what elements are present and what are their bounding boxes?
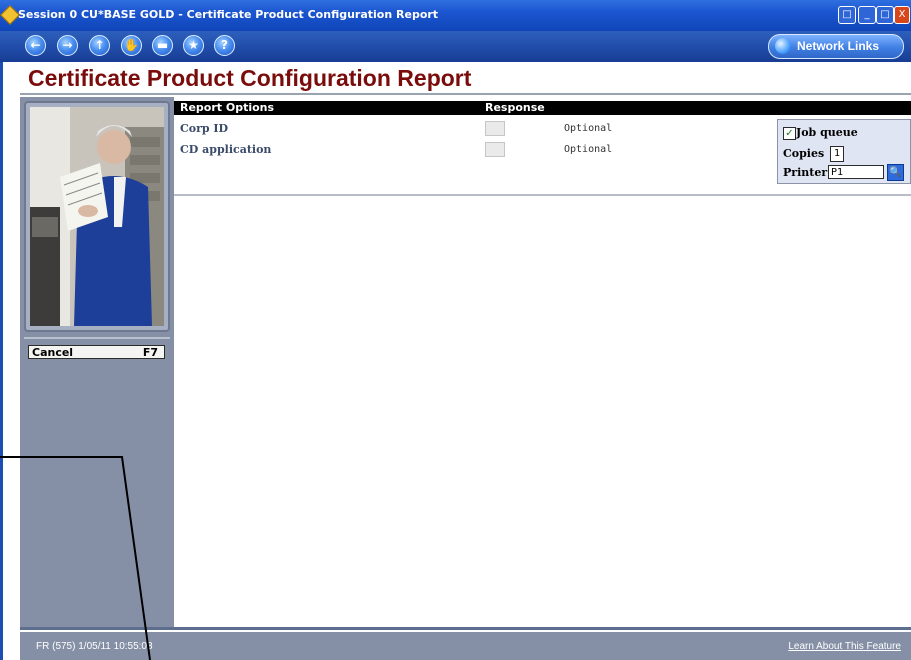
cancel-key: F7 bbox=[142, 346, 158, 359]
hand-icon[interactable]: ✋ bbox=[121, 35, 142, 56]
toolbar: ← → ↑ ✋ ▬ ★ ? Network Links bbox=[0, 31, 911, 62]
options-divider bbox=[174, 194, 911, 196]
print-icon[interactable]: ▬ bbox=[152, 35, 173, 56]
printer-lookup-icon[interactable]: 🔍 bbox=[887, 164, 904, 181]
minimize-button[interactable]: _ bbox=[858, 6, 876, 24]
sidebar-divider bbox=[24, 337, 170, 339]
status-bar-left-stripe bbox=[0, 632, 20, 660]
printer-field[interactable]: P1 bbox=[828, 165, 884, 179]
corp-id-optional: Optional bbox=[564, 123, 613, 134]
col-report-options: Report Options bbox=[180, 101, 275, 114]
cd-application-optional: Optional bbox=[564, 144, 613, 155]
cancel-label: Cancel bbox=[32, 346, 74, 359]
help-icon[interactable]: ? bbox=[214, 35, 235, 56]
page-title: Certificate Product Configuration Report bbox=[28, 65, 472, 91]
back-icon[interactable]: ← bbox=[25, 35, 46, 56]
network-links-label: Network Links bbox=[797, 39, 880, 53]
sidebar: Cancel F7 bbox=[20, 97, 174, 627]
app-diamond-icon bbox=[0, 5, 20, 25]
corp-id-label: Corp ID bbox=[180, 122, 229, 135]
main-panel: Report Options Response Corp ID Optional… bbox=[174, 97, 911, 627]
close-button[interactable]: X bbox=[894, 6, 910, 24]
job-queue-checkbox[interactable]: ✓ bbox=[783, 127, 796, 140]
page-header: Certificate Product Configuration Report bbox=[20, 62, 911, 96]
sidebar-photo bbox=[30, 107, 164, 326]
status-top-rule bbox=[20, 627, 911, 630]
sidebar-photo-frame bbox=[24, 101, 170, 332]
options-header: Report Options Response bbox=[174, 101, 911, 115]
status-text: FR (575) 1/05/11 10:55:08 bbox=[36, 641, 153, 652]
copies-label: Copies bbox=[783, 147, 825, 160]
globe-icon bbox=[775, 38, 791, 54]
cancel-button[interactable]: Cancel F7 bbox=[28, 345, 165, 359]
col-response: Response bbox=[485, 101, 545, 114]
copies-field[interactable]: 1 bbox=[830, 146, 844, 162]
left-frame-stripe bbox=[0, 62, 20, 642]
cd-application-label: CD application bbox=[180, 143, 272, 156]
window-title-bar: Session 0 CU*BASE GOLD - Certificate Pro… bbox=[0, 0, 911, 31]
window-title: Session 0 CU*BASE GOLD - Certificate Pro… bbox=[18, 8, 439, 21]
job-queue-label: Job queue bbox=[796, 126, 858, 139]
learn-about-feature-link[interactable]: Learn About This Feature bbox=[788, 641, 901, 652]
star-icon[interactable]: ★ bbox=[183, 35, 204, 56]
printer-label: Printer bbox=[783, 166, 828, 179]
maximize-button[interactable]: □ bbox=[876, 6, 894, 24]
restore-session-button[interactable]: □ bbox=[838, 6, 856, 24]
up-icon[interactable]: ↑ bbox=[89, 35, 110, 56]
forward-icon[interactable]: → bbox=[57, 35, 78, 56]
job-options-box: ✓ Job queue Copies 1 Printer P1 🔍 bbox=[777, 119, 911, 184]
cd-application-field[interactable] bbox=[485, 142, 505, 157]
corp-id-field[interactable] bbox=[485, 121, 505, 136]
header-divider bbox=[20, 93, 911, 95]
network-links-button[interactable]: Network Links bbox=[768, 34, 904, 59]
